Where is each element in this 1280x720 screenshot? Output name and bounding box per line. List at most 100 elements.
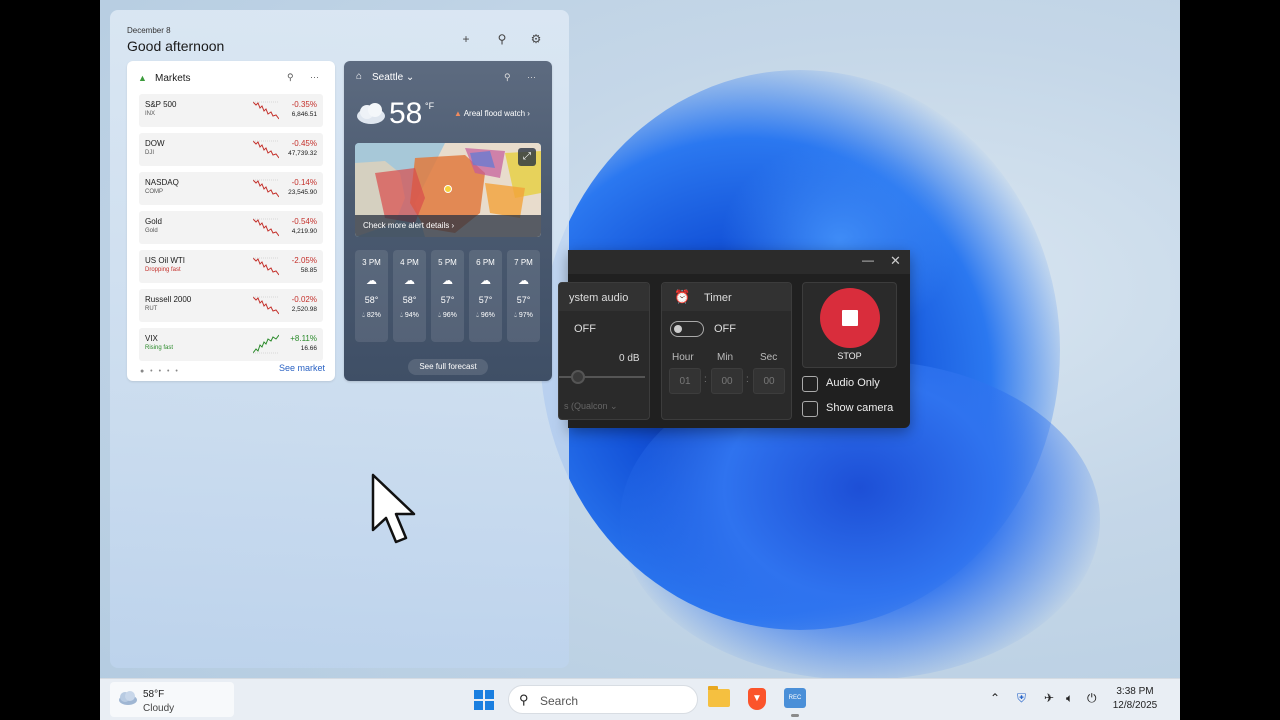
taskbar-weather-widget[interactable]: 58°F Cloudy	[110, 682, 234, 717]
market-row[interactable]: DOW DJI -0.45% 47,739.32	[139, 133, 323, 166]
market-row[interactable]: US Oil WTI Dropping fast -2.05% 58.85	[139, 250, 323, 283]
widgets-board: December 8 Good afternoon + ⚲ ⚙ ▲ Market…	[110, 10, 569, 668]
minimize-icon[interactable]: —	[862, 253, 874, 267]
stop-panel: STOP	[802, 282, 897, 368]
forecast-time: 5 PM	[438, 258, 457, 267]
sparkline-chart	[253, 334, 279, 354]
widgets-date: December 8	[127, 26, 171, 35]
brave-browser-icon[interactable]: ▼	[748, 688, 766, 710]
pin-icon[interactable]: ⚲	[504, 72, 511, 83]
sparkline-chart	[253, 101, 279, 120]
audio-device-select[interactable]: s (Qualcon ⌄	[564, 401, 618, 412]
screen-recorder-icon[interactable]: REC	[784, 688, 806, 708]
see-market-link[interactable]: See market	[279, 363, 325, 373]
market-name: Russell 2000	[145, 295, 192, 304]
weather-card[interactable]: ⌂ Seattle ⌄ ⚲ ··· 58 °F ▲ Areal flood wa…	[344, 61, 552, 381]
sparkline-chart	[253, 179, 279, 198]
forecast-temp: 57°	[516, 295, 531, 305]
people-icon[interactable]: ⚲	[493, 32, 511, 46]
title-bar[interactable]	[568, 250, 910, 274]
clock-date[interactable]: 12/8/2025	[1100, 700, 1170, 711]
stop-button[interactable]	[820, 288, 880, 348]
hourly-forecast[interactable]: 3 PM ☁ 58° 💧︎ 82%	[355, 250, 388, 342]
slider-thumb[interactable]	[571, 370, 585, 384]
show-camera-checkbox[interactable]	[802, 401, 818, 417]
chevron-up-icon[interactable]: ⌃	[990, 691, 1000, 705]
file-explorer-icon[interactable]	[708, 686, 730, 707]
more-icon[interactable]: ···	[310, 72, 319, 82]
market-change: -0.54%	[291, 217, 317, 226]
forecast-temp: 57°	[478, 295, 493, 305]
hour-input[interactable]: 01	[669, 368, 701, 394]
sec-label: Sec	[760, 352, 778, 363]
market-symbol: COMP	[145, 189, 163, 195]
time-separator: :	[704, 374, 707, 385]
stop-icon	[842, 310, 858, 326]
audio-only-label: Audio Only	[826, 377, 880, 389]
start-button[interactable]	[474, 690, 494, 710]
map-caption[interactable]: Check more alert details ›	[355, 215, 541, 237]
network-icon[interactable]: ✈	[1044, 691, 1054, 705]
timer-label: Timer	[704, 292, 732, 304]
weather-city[interactable]: Seattle ⌄	[372, 72, 414, 83]
raindrop-icon: 💧︎	[362, 312, 365, 319]
rain-cloud-icon: ☁	[366, 275, 377, 287]
hourly-forecast[interactable]: 4 PM ☁ 58° 💧︎ 94%	[393, 250, 426, 342]
close-icon[interactable]: ✕	[890, 253, 901, 269]
page-indicator[interactable]: ● • • • •	[140, 368, 180, 375]
gear-icon[interactable]: ⚙	[527, 32, 545, 46]
pin-icon[interactable]: ⚲	[287, 72, 294, 83]
market-symbol: INX	[145, 111, 156, 117]
market-change: -0.35%	[291, 100, 317, 109]
hourly-forecast[interactable]: 5 PM ☁ 57° 💧︎ 96%	[431, 250, 464, 342]
clock-time[interactable]: 3:38 PM	[1100, 686, 1170, 697]
expand-icon[interactable]: ⤢	[518, 148, 536, 166]
raindrop-icon: 💧︎	[514, 312, 517, 319]
weather-alert-map[interactable]: ⤢ Check more alert details ›	[355, 143, 541, 237]
sparkline-chart	[253, 296, 279, 315]
taskbar: 58°F Cloudy ⚲ Search ▼ REC ⌃ ⛨ ✈ 🔈︎ ⏻ 3:…	[100, 678, 1180, 720]
weather-temperature: 58	[389, 97, 423, 130]
market-change: -0.14%	[291, 178, 317, 187]
forecast-precip: 💧︎ 96%	[438, 312, 457, 319]
hourly-forecast[interactable]: 7 PM ☁ 57° 💧︎ 97%	[507, 250, 540, 342]
markets-title: Markets	[155, 73, 191, 84]
market-change: +8.11%	[290, 334, 317, 343]
screen-recorder-window: — ✕ ystem audio OFF 0 dB s (Qualcon ⌄ ⏰ …	[558, 250, 910, 428]
minute-input[interactable]: 00	[711, 368, 743, 394]
forecast-time: 3 PM	[362, 258, 381, 267]
see-full-forecast-button[interactable]: See full forecast	[408, 359, 488, 375]
taskbar-search[interactable]: ⚲ Search	[508, 685, 698, 714]
market-name: DOW	[145, 139, 165, 148]
market-row[interactable]: Gold Gold -0.54% 4,219.90	[139, 211, 323, 244]
home-icon: ⌂	[356, 71, 363, 82]
sparkline-chart	[253, 140, 279, 159]
timer-toggle[interactable]	[670, 321, 704, 337]
volume-icon[interactable]: 🔈︎	[1066, 691, 1073, 706]
market-symbol: Rising fast	[145, 345, 174, 351]
hourly-forecast[interactable]: 6 PM ☁ 57° 💧︎ 96%	[469, 250, 502, 342]
market-change: -2.05%	[291, 256, 317, 265]
min-label: Min	[717, 352, 734, 363]
system-audio-panel: ystem audio OFF 0 dB s (Qualcon ⌄	[558, 282, 650, 420]
mouse-cursor-icon	[371, 473, 416, 544]
market-row[interactable]: S&P 500 INX -0.35% 6,846.51	[139, 94, 323, 127]
weather-alert[interactable]: ▲ Areal flood watch ›	[454, 109, 530, 118]
second-input[interactable]: 00	[753, 368, 785, 394]
battery-icon[interactable]: ⏻	[1087, 691, 1097, 706]
hour-label: Hour	[672, 352, 694, 363]
plus-icon[interactable]: +	[457, 32, 475, 46]
shield-icon[interactable]: ⛨	[1017, 691, 1026, 706]
market-value: 16.66	[300, 345, 317, 352]
market-row[interactable]: VIX Rising fast +8.11% 16.66	[139, 328, 323, 361]
audio-state: OFF	[574, 323, 596, 335]
audio-only-checkbox[interactable]	[802, 376, 818, 392]
time-separator: :	[746, 374, 749, 385]
alarm-clock-icon: ⏰	[674, 289, 691, 304]
timer-state: OFF	[714, 323, 736, 335]
market-value: 4,219.90	[291, 228, 317, 235]
markets-card[interactable]: ▲ Markets ⚲ ··· S&P 500 INX -0.35% 6,846.51…	[127, 61, 335, 381]
more-icon[interactable]: ···	[527, 72, 536, 82]
market-row[interactable]: NASDAQ COMP -0.14% 23,545.90	[139, 172, 323, 205]
market-row[interactable]: Russell 2000 RUT -0.02% 2,520.98	[139, 289, 323, 322]
